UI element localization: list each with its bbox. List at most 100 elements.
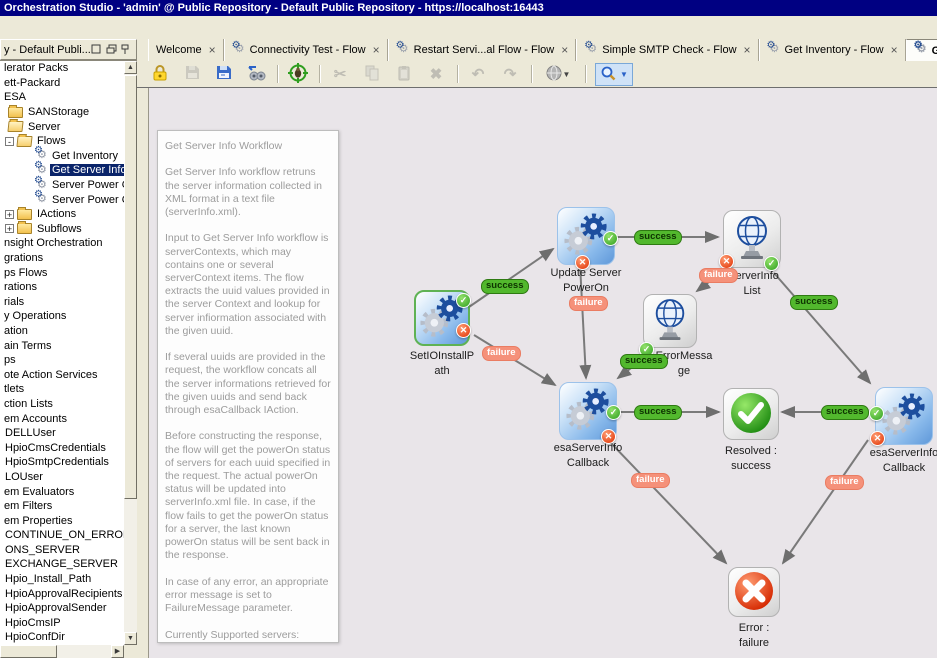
tree-item-label: HpioCmsCredentials <box>3 442 108 454</box>
document-tab[interactable]: Get Server Info - <box>906 39 937 61</box>
step-label: Resolved : success <box>696 444 806 473</box>
tree-item[interactable]: HpioApprovalRecipients <box>0 586 124 601</box>
references-button[interactable] <box>243 63 269 85</box>
maximize-icon[interactable] <box>91 44 103 55</box>
repository-panel-header[interactable]: y - Default Publi... <box>0 39 137 60</box>
document-tab[interactable]: Get Inventory - Flow <box>759 39 906 61</box>
panel-splitter[interactable] <box>137 39 148 658</box>
lock-button[interactable] <box>147 63 173 85</box>
close-tab-icon[interactable] <box>373 44 380 56</box>
save-all-button[interactable] <box>211 63 237 85</box>
tree-item[interactable]: Hpio_Install_Path <box>0 572 124 587</box>
tree-item[interactable]: HpioApprovalSender <box>0 601 124 616</box>
tree-item[interactable]: ps <box>0 353 124 368</box>
copy-button[interactable] <box>359 63 385 85</box>
document-tab[interactable]: Restart Servi...al Flow - Flow <box>388 39 577 61</box>
tree-item[interactable]: em Filters <box>0 499 124 514</box>
tree-expander-icon[interactable]: + <box>5 224 14 233</box>
save-button[interactable] <box>179 63 205 85</box>
tree-item[interactable]: em Evaluators <box>0 484 124 499</box>
tree-expander-icon[interactable]: + <box>5 210 14 219</box>
menu-item[interactable] <box>34 26 44 30</box>
tree-item[interactable]: em Properties <box>0 513 124 528</box>
tree-item-label: nsight Orchestration <box>2 237 104 249</box>
flow-step-esa-server-info-callback-left[interactable]: esaServerInfo Callback <box>559 382 617 440</box>
tree-item[interactable]: ONS_SERVER <box>0 543 124 558</box>
debug-flow-button[interactable] <box>285 63 311 85</box>
tree-vertical-scrollbar[interactable]: ▲ ▼ <box>124 60 137 645</box>
tree-item[interactable]: Server Power ON <box>0 192 124 207</box>
run-flow-button[interactable]: ▼ <box>539 63 577 85</box>
flow-step-error-failure[interactable]: Error : failure <box>728 567 780 617</box>
dropdown-arrow-icon[interactable]: ▼ <box>563 70 571 79</box>
tree-item[interactable]: SANStorage <box>0 105 124 120</box>
tree-item[interactable]: grations <box>0 251 124 266</box>
close-tab-icon[interactable] <box>561 44 568 56</box>
scroll-right-arrow[interactable]: ▶ <box>111 645 124 658</box>
tree-item[interactable]: rials <box>0 295 124 310</box>
cut-button[interactable]: ✂ <box>327 63 353 85</box>
vertical-scroll-thumb[interactable] <box>124 75 137 499</box>
tree-item[interactable]: em Accounts <box>0 411 124 426</box>
horizontal-scroll-thumb[interactable] <box>0 645 57 658</box>
close-tab-icon[interactable] <box>891 44 898 56</box>
tree-item[interactable]: Get Inventory <box>0 149 124 164</box>
window-title-bar[interactable]: Orchestration Studio - 'admin' @ Public … <box>0 0 937 16</box>
tree-item[interactable]: HpioCmsCredentials <box>0 440 124 455</box>
tree-item[interactable]: ation <box>0 324 124 339</box>
tree-item[interactable]: HpioConfDir <box>0 630 124 645</box>
tree-item[interactable]: tlets <box>0 382 124 397</box>
tree-item[interactable]: EXCHANGE_SERVER <box>0 557 124 572</box>
tree-item[interactable]: ett-Packard <box>0 76 124 91</box>
tree-expander-icon[interactable]: - <box>5 137 14 146</box>
tree-item[interactable]: HpioSmtpCredentials <box>0 455 124 470</box>
tree-item[interactable]: ote Action Services <box>0 367 124 382</box>
flow-step-resolved-success[interactable]: Resolved : success <box>723 388 779 440</box>
redo-button[interactable]: ↷ <box>497 63 523 85</box>
scroll-up-arrow[interactable]: ▲ <box>124 61 137 74</box>
document-tab[interactable]: Connectivity Test - Flow <box>224 39 388 61</box>
document-tab[interactable]: Welcome <box>148 39 224 61</box>
tree-item[interactable]: + IActions <box>0 207 124 222</box>
tree-item[interactable]: DELLUser <box>0 426 124 441</box>
tree-item[interactable]: ain Terms <box>0 338 124 353</box>
close-tab-icon[interactable] <box>744 44 751 56</box>
restore-icon[interactable] <box>106 44 118 55</box>
tree-item[interactable]: rations <box>0 280 124 295</box>
menu-item[interactable] <box>18 26 28 30</box>
flow-step-get-server-info-list[interactable]: tServerInfo List <box>723 210 781 268</box>
tree-item[interactable]: Get Server Info <box>0 163 124 178</box>
flow-step-esa-server-info-callback-right[interactable]: esaServerInfo Callback <box>875 387 933 445</box>
tree-item[interactable]: LOUser <box>0 470 124 485</box>
close-tab-icon[interactable] <box>209 44 216 56</box>
tree-item[interactable]: ESA <box>0 90 124 105</box>
flow-step-update-server-poweron[interactable]: Update Server PowerOn Status <box>557 207 615 265</box>
search-zoom-button[interactable]: ▼ <box>595 63 633 86</box>
dropdown-arrow-icon[interactable]: ▼ <box>620 70 628 79</box>
scroll-down-arrow[interactable]: ▼ <box>124 632 137 645</box>
pin-icon[interactable] <box>121 44 133 55</box>
tree-item[interactable]: - Flows <box>0 134 124 149</box>
tree-item[interactable]: ps Flows <box>0 265 124 280</box>
tree-item[interactable]: nsight Orchestration <box>0 236 124 251</box>
main-toolbar: ✂ ✖ ↶ ↷ ▼ ▼ <box>137 61 937 88</box>
tree-item[interactable]: CONTINUE_ON_ERROR <box>0 528 124 543</box>
delete-button[interactable]: ✖ <box>423 63 449 85</box>
flow-step-set-io-install-path[interactable]: SetIOInstallP ath <box>414 290 470 346</box>
tree-item-label: Server <box>26 121 62 133</box>
tree-horizontal-scrollbar[interactable]: ▶ <box>0 645 124 658</box>
flow-canvas[interactable]: Get Server Info Workflow Get Server Info… <box>148 88 937 658</box>
tree-item[interactable]: Server Power OFF <box>0 178 124 193</box>
tree-item[interactable]: HpioCmsIP <box>0 616 124 631</box>
document-tab[interactable]: Simple SMTP Check - Flow <box>576 39 758 61</box>
tree-item[interactable]: Server <box>0 119 124 134</box>
tree-item[interactable]: + Subflows <box>0 222 124 237</box>
tree-item[interactable]: lerator Packs <box>0 61 124 76</box>
undo-button[interactable]: ↶ <box>465 63 491 85</box>
tree-item[interactable]: ction Lists <box>0 397 124 412</box>
menu-item[interactable] <box>2 26 12 30</box>
tree-item[interactable]: y Operations <box>0 309 124 324</box>
menu-item[interactable] <box>50 26 60 30</box>
flow-step-error-message[interactable]: ErrorMessa ge <box>643 294 697 348</box>
paste-button[interactable] <box>391 63 417 85</box>
